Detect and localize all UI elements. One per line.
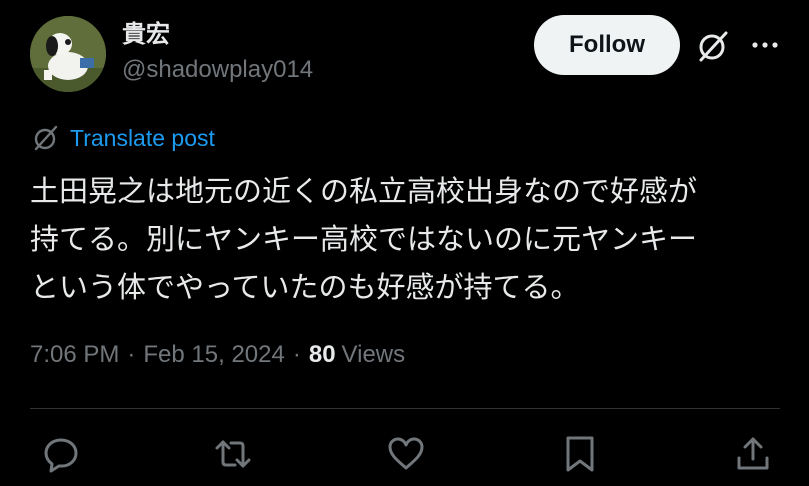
snoopy-avatar-icon [30,16,106,92]
post-text-line: という体でやっていたのも好感が持てる。 [30,272,580,304]
display-name[interactable]: 貴宏 [122,14,170,49]
views-label[interactable]: Views [342,341,406,369]
translate-icon [32,124,60,152]
post-text-line: 土田晃之は地元の近くの私立高校出身なので好感が [30,176,698,208]
avatar[interactable] [30,16,106,92]
meta-separator: · [127,341,136,368]
post-date[interactable]: Feb 15, 2024 [143,341,284,369]
post-time[interactable]: 7:06 PM [30,341,119,369]
meta-separator: · [292,341,301,368]
reply-icon[interactable] [41,434,81,474]
post-text: 土田晃之は地元の近くの私立高校出身なので好感が 持てる。別にヤンキー高校ではない… [30,168,780,312]
action-bar [0,430,809,480]
post-meta: 7:06 PM · Feb 15, 2024 · 80 Views [30,341,405,369]
views-count[interactable]: 80 [309,341,336,369]
grok-icon[interactable] [695,28,731,64]
bookmark-icon[interactable] [560,434,600,474]
translate-post-label: Translate post [70,124,215,151]
follow-button[interactable]: Follow [534,15,680,75]
share-icon[interactable] [733,434,773,474]
translate-post-link[interactable]: Translate post [32,124,215,152]
user-handle[interactable]: @shadowplay014 [122,56,313,84]
like-icon[interactable] [386,434,426,474]
post-text-line: 持てる。別にヤンキー高校ではないのに元ヤンキー [30,224,698,256]
more-icon[interactable] [750,30,780,60]
repost-icon[interactable] [213,434,253,474]
divider [30,408,780,409]
